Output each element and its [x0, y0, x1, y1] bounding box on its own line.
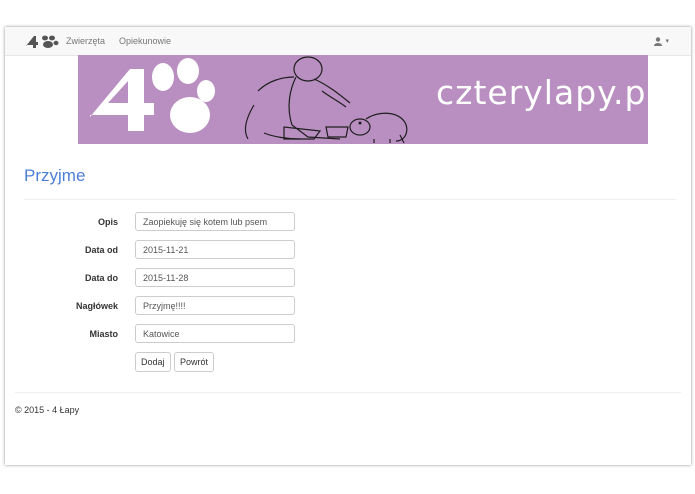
- form-row-data-od: Data od: [5, 240, 691, 260]
- data-do-field[interactable]: [135, 268, 295, 287]
- data-od-label: Data od: [84, 245, 118, 255]
- brand-logo[interactable]: [25, 33, 59, 49]
- form-row-data-do: Data do: [5, 268, 691, 288]
- footer-divider: [15, 392, 681, 393]
- nav-link-opiekunowie[interactable]: Opiekunowie: [119, 36, 171, 46]
- naglowek-field[interactable]: [135, 296, 295, 315]
- powrot-button[interactable]: Powrót: [174, 352, 215, 372]
- banner: czterylapy.pl: [78, 55, 656, 144]
- naglowek-label: Nagłówek: [75, 301, 118, 311]
- data-do-label: Data do: [84, 273, 118, 283]
- data-od-field[interactable]: [135, 240, 295, 259]
- form-row-miasto: Miasto: [5, 324, 691, 344]
- user-icon: [654, 36, 663, 46]
- user-menu[interactable]: ▾: [654, 34, 669, 48]
- caret-down-icon: ▾: [665, 38, 669, 45]
- page-title: Przyjme: [24, 166, 86, 185]
- miasto-label: Miasto: [89, 329, 118, 339]
- banner-site-name: czterylapy.pl: [436, 73, 657, 112]
- opis-field[interactable]: [135, 212, 295, 231]
- navbar: Zwierzęta Opiekunowie ▾: [5, 27, 691, 56]
- miasto-field[interactable]: [135, 324, 295, 343]
- form-row-naglowek: Nagłówek: [5, 296, 691, 316]
- form-row-opis: Opis: [5, 212, 691, 232]
- dodaj-button[interactable]: Dodaj: [135, 352, 171, 372]
- browser-page: Zwierzęta Opiekunowie ▾ czterylapy.pl Pr…: [5, 27, 691, 465]
- opis-label: Opis: [97, 217, 118, 227]
- nav-link-zwierzeta[interactable]: Zwierzęta: [66, 36, 105, 46]
- divider: [24, 199, 676, 200]
- footer-copyright: © 2015 - 4 Łapy: [15, 405, 80, 415]
